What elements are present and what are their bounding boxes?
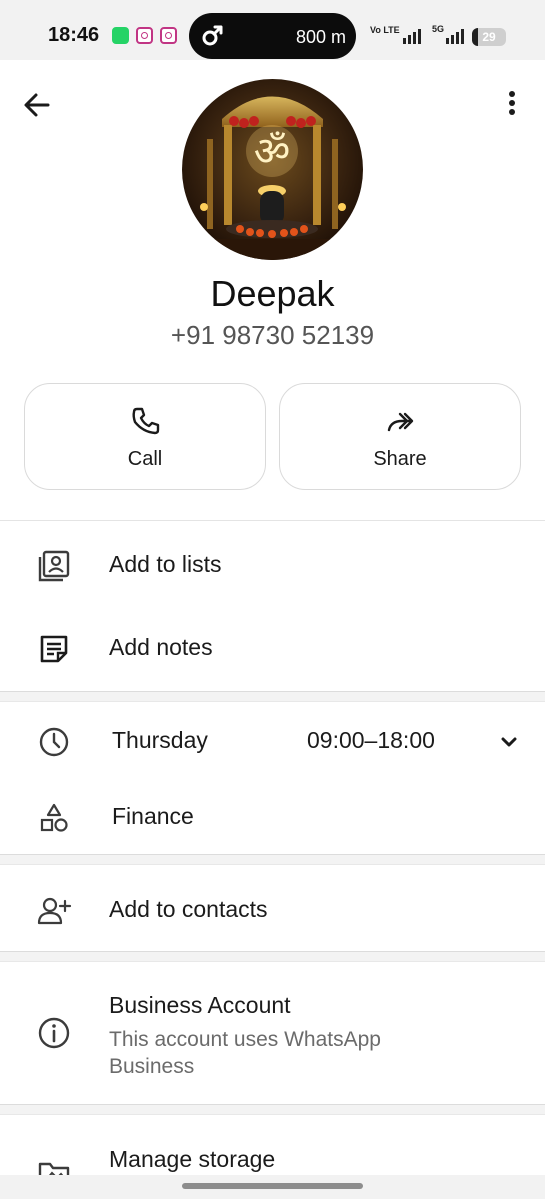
business-account-subtitle: This account uses WhatsApp Business: [109, 1028, 381, 1078]
status-time: 18:46: [48, 24, 100, 46]
call-button[interactable]: Call: [24, 383, 266, 490]
add-notes-label: Add notes: [109, 634, 213, 660]
lists-icon: [38, 550, 70, 582]
share-label: Share: [373, 448, 427, 470]
section-separator: [0, 1104, 545, 1115]
battery-level: 29: [482, 30, 496, 44]
call-label: Call: [127, 448, 163, 470]
distance-text: 800 m: [295, 27, 346, 47]
network-type: 5G: [432, 24, 445, 34]
section-separator: [0, 951, 545, 962]
navigation-bar: [0, 1175, 545, 1199]
volte-indicator: Vo LTE: [370, 25, 400, 35]
svg-text:ॐ: ॐ: [254, 129, 290, 175]
business-category-row: Finance: [0, 785, 545, 849]
business-hours-row[interactable]: Thursday 09:00–18:00: [0, 709, 545, 773]
add-to-lists-row[interactable]: Add to lists: [0, 533, 545, 597]
manage-storage-label: Manage storage: [109, 1146, 276, 1172]
business-account-title: Business Account: [109, 992, 291, 1018]
whatsapp-icon: [112, 27, 129, 44]
info-icon: [38, 1017, 70, 1049]
instagram-icon: [160, 27, 177, 44]
contact-phone: +91 98730 52139: [170, 320, 375, 350]
instagram-icon: [136, 27, 153, 44]
status-bar: 18:46 800 m Vo LTE 5G 29: [0, 0, 545, 60]
business-day: Thursday: [112, 727, 208, 753]
battery-icon: 29: [472, 28, 506, 46]
category-shapes-icon: [40, 803, 68, 832]
male-symbol-icon: [202, 25, 223, 46]
add-notes-row[interactable]: Add notes: [0, 616, 545, 680]
divider: [0, 520, 545, 521]
add-to-contacts-row[interactable]: Add to contacts: [0, 878, 545, 942]
business-hours-time: 09:00–18:00: [307, 727, 435, 753]
business-category: Finance: [112, 803, 194, 829]
phone-icon: [132, 407, 160, 435]
dynamic-island[interactable]: 800 m: [189, 13, 356, 59]
notes-icon: [40, 635, 68, 663]
clock-icon: [39, 727, 69, 757]
share-button[interactable]: Share: [279, 383, 521, 490]
contact-name: Deepak: [210, 273, 335, 314]
add-to-contacts-label: Add to contacts: [109, 896, 268, 922]
more-options-icon[interactable]: [500, 86, 524, 120]
section-separator: [0, 854, 545, 865]
add-person-icon: [37, 897, 72, 925]
chevron-down-icon[interactable]: [498, 731, 520, 753]
home-gesture-handle[interactable]: [182, 1183, 363, 1189]
share-forward-icon: [387, 412, 414, 432]
contact-avatar[interactable]: ॐ: [182, 79, 363, 260]
signal-icon: [403, 28, 421, 44]
section-separator: [0, 691, 545, 702]
add-to-lists-label: Add to lists: [109, 551, 222, 577]
signal-icon: [446, 28, 464, 44]
back-arrow-icon[interactable]: [20, 88, 54, 122]
